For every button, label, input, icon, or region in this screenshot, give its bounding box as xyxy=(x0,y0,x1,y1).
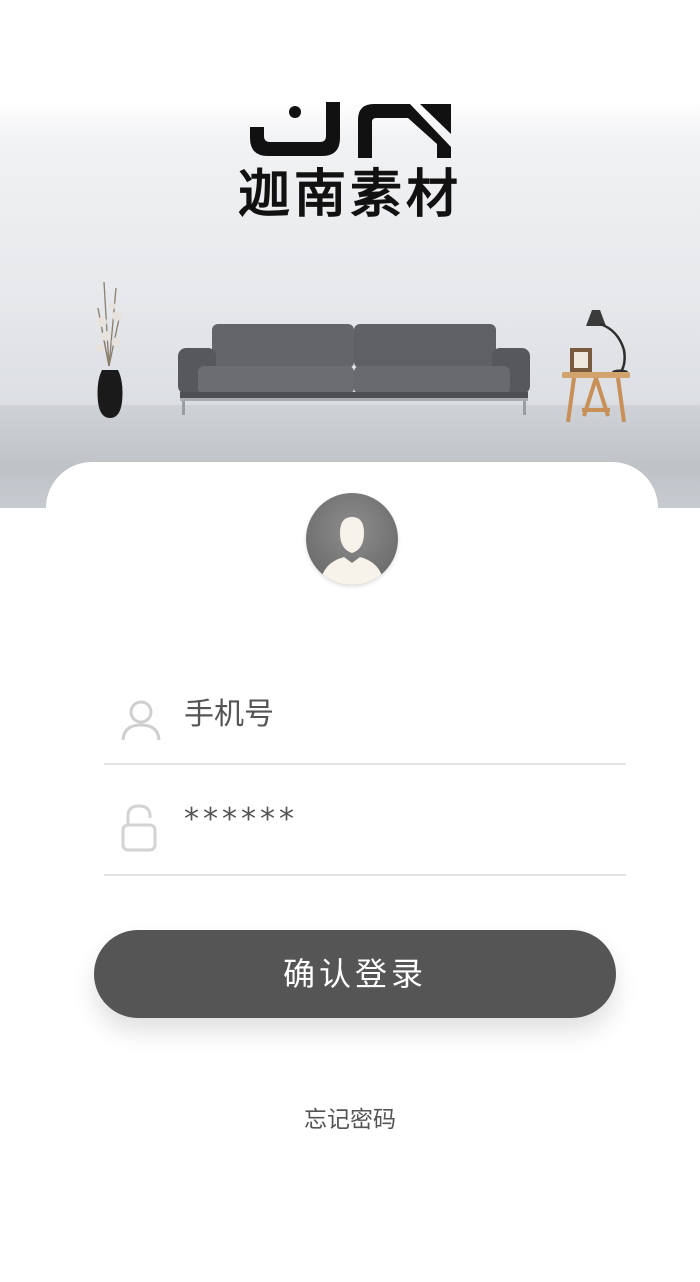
unlock-icon xyxy=(121,804,157,852)
vase-decoration xyxy=(96,281,123,418)
user-outline-icon xyxy=(121,700,161,741)
phone-input[interactable] xyxy=(184,697,557,732)
forgot-password-link[interactable]: 忘记密码 xyxy=(0,1100,700,1134)
logo-mark-icon xyxy=(250,102,451,158)
password-input[interactable] xyxy=(184,802,557,837)
side-table-lamp xyxy=(562,310,630,423)
hero-banner: 迦南素材 xyxy=(0,0,700,510)
phone-field[interactable] xyxy=(104,653,626,765)
sofa-illustration xyxy=(178,324,530,415)
login-button[interactable]: 确认登录 xyxy=(94,930,616,1018)
brand-name: 迦南素材 xyxy=(237,165,462,225)
password-field[interactable] xyxy=(104,764,626,876)
user-avatar-icon[interactable] xyxy=(306,493,398,585)
